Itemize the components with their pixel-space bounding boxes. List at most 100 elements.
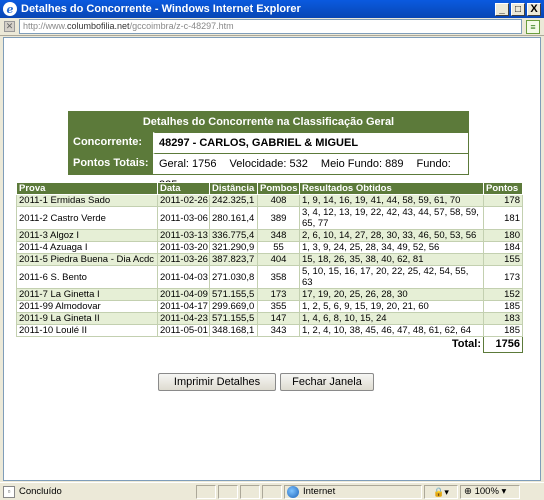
competitor-value: 48297 - CARLOS, GABRIEL & MIGUEL — [153, 132, 468, 153]
cell-resultados: 15, 18, 26, 35, 38, 40, 62, 81 — [299, 253, 484, 266]
cell-pombos: 348 — [257, 229, 300, 242]
cell-data: 2011-03-06 — [157, 206, 210, 230]
summary-header: Detalhes do Concorrente na Classificação… — [69, 112, 468, 132]
cell-distancia: 271.030,8 — [209, 265, 258, 289]
cell-pontos: 183 — [483, 312, 523, 325]
cell-data: 2011-04-23 — [157, 312, 210, 325]
results-header-row: Prova Data Distância Pombos Resultados O… — [16, 182, 523, 195]
cell-data: 2011-04-03 — [157, 265, 210, 289]
cell-prova: 2011-7 La Ginetta I — [16, 288, 158, 301]
points-meio-fundo: Meio Fundo: 889 — [320, 158, 404, 170]
cell-resultados: 2, 6, 10, 14, 27, 28, 30, 33, 46, 50, 53… — [299, 229, 484, 242]
zoom-text: 100% — [474, 485, 499, 497]
zone-text: Internet — [303, 486, 336, 497]
cell-pontos: 155 — [483, 253, 523, 266]
competitor-summary: Detalhes do Concorrente na Classificação… — [68, 111, 469, 191]
minimize-button[interactable]: _ — [495, 2, 509, 16]
status-left: ▫ Concluído — [0, 485, 196, 498]
points-velocidade: Velocidade: 532 — [229, 158, 308, 170]
competitor-row: Concorrente: 48297 - CARLOS, GABRIEL & M… — [69, 132, 468, 153]
cell-prova: 2011-6 S. Bento — [16, 265, 158, 289]
cell-pombos: 404 — [257, 253, 300, 266]
protected-mode-icon[interactable]: 🔒▾ — [424, 484, 458, 499]
cell-pombos: 55 — [257, 241, 300, 254]
table-row: 2011-7 La Ginetta I 2011-04-09 571.155,5… — [16, 288, 523, 301]
cell-resultados: 1, 3, 9, 24, 25, 28, 34, 49, 52, 56 — [299, 241, 484, 254]
col-pombos: Pombos — [257, 182, 300, 195]
globe-icon — [287, 485, 299, 498]
points-geral: Geral: 1756 — [159, 158, 217, 170]
col-pontos: Pontos — [483, 182, 523, 195]
table-row: 2011-1 Ermidas Sado 2011-02-26 242.325,1… — [16, 194, 523, 207]
window-titlebar: e Detalhes do Concorrente - Windows Inte… — [0, 0, 544, 18]
maximize-button[interactable]: □ — [511, 2, 525, 16]
cell-distancia: 348.168,1 — [209, 324, 258, 337]
cell-data: 2011-05-01 — [157, 324, 210, 337]
address-field[interactable]: http://www.columbofilia.net/gccoimbra/z-… — [19, 19, 522, 34]
cell-pontos: 152 — [483, 288, 523, 301]
cell-distancia: 336.775,4 — [209, 229, 258, 242]
cell-pombos: 173 — [257, 288, 300, 301]
col-resultados: Resultados Obtidos — [299, 182, 484, 195]
cell-pontos: 173 — [483, 265, 523, 289]
cell-pontos: 181 — [483, 206, 523, 230]
table-row: 2011-2 Castro Verde 2011-03-06 280.161,4… — [16, 206, 523, 230]
cell-pontos: 185 — [483, 324, 523, 337]
zoom-level[interactable]: ⊕ 100% ▾ — [460, 484, 520, 499]
total-value: 1756 — [483, 336, 523, 353]
cell-pombos: 408 — [257, 194, 300, 207]
cell-distancia: 387.823,7 — [209, 253, 258, 266]
page-done-icon: ▫ — [3, 485, 15, 498]
cell-resultados: 1, 4, 6, 8, 10, 15, 24 — [299, 312, 484, 325]
window-controls: _ □ X — [495, 2, 541, 16]
total-row: Total: 1756 — [17, 336, 523, 353]
cell-data: 2011-03-13 — [157, 229, 210, 242]
cell-pontos: 185 — [483, 300, 523, 313]
cell-pontos: 178 — [483, 194, 523, 207]
cell-distancia: 321.290,9 — [209, 241, 258, 254]
status-pane — [262, 484, 282, 499]
window-title: Detalhes do Concorrente - Windows Intern… — [21, 3, 301, 15]
status-pane — [218, 484, 238, 499]
total-label: Total: — [451, 338, 481, 351]
points-label: Pontos Totais: — [69, 153, 153, 174]
cell-prova: 2011-10 Loulé II — [16, 324, 158, 337]
url-domain: columbofilia.net — [67, 21, 130, 31]
cell-distancia: 299.669,0 — [209, 300, 258, 313]
security-zone[interactable]: Internet — [284, 484, 422, 499]
cell-prova: 2011-2 Castro Verde — [16, 206, 158, 230]
cell-data: 2011-04-17 — [157, 300, 210, 313]
status-text: Concluído — [19, 486, 62, 497]
cell-prova: 2011-4 Azuaga I — [16, 241, 158, 254]
cell-resultados: 3, 4, 12, 13, 19, 22, 42, 43, 44, 57, 58… — [299, 206, 484, 230]
cell-resultados: 17, 19, 20, 25, 26, 28, 30 — [299, 288, 484, 301]
cell-resultados: 5, 10, 15, 16, 17, 20, 22, 25, 42, 54, 5… — [299, 265, 484, 289]
url-path: /gccoimbra/z-c-48297.htm — [129, 21, 234, 31]
cell-pombos: 355 — [257, 300, 300, 313]
table-row: 2011-4 Azuaga I 2011-03-20 321.290,9 55 … — [16, 241, 523, 254]
table-row: 2011-9 La Gineta II 2011-04-23 571.155,5… — [16, 312, 523, 325]
cell-resultados: 1, 2, 5, 6, 9, 15, 19, 20, 21, 60 — [299, 300, 484, 313]
status-pane — [240, 484, 260, 499]
cell-distancia: 571.155,5 — [209, 312, 258, 325]
cell-prova: 2011-5 Piedra Buena - Dia Acdc — [16, 253, 158, 266]
points-row: Pontos Totais: Geral: 1756 Velocidade: 5… — [69, 153, 468, 191]
page-document-icon[interactable]: ≡ — [526, 19, 540, 34]
cell-data: 2011-03-20 — [157, 241, 210, 254]
points-values: Geral: 1756 Velocidade: 532 Meio Fundo: … — [153, 153, 468, 191]
print-details-button[interactable]: Imprimir Detalhes — [158, 373, 276, 391]
cell-pombos: 343 — [257, 324, 300, 337]
table-row: 2011-6 S. Bento 2011-04-03 271.030,8 358… — [16, 265, 523, 289]
cell-prova: 2011-9 La Gineta II — [16, 312, 158, 325]
page-security-icon: ✕ — [4, 21, 15, 32]
status-pane — [196, 484, 216, 499]
cell-pombos: 358 — [257, 265, 300, 289]
competitor-label: Concorrente: — [69, 132, 153, 153]
cell-distancia: 242.325,1 — [209, 194, 258, 207]
close-window-button[interactable]: X — [527, 2, 541, 16]
ie-logo-icon: e — [3, 2, 17, 16]
close-window-page-button[interactable]: Fechar Janela — [280, 373, 374, 391]
col-data: Data — [157, 182, 210, 195]
col-prova: Prova — [16, 182, 158, 195]
cell-data: 2011-04-09 — [157, 288, 210, 301]
